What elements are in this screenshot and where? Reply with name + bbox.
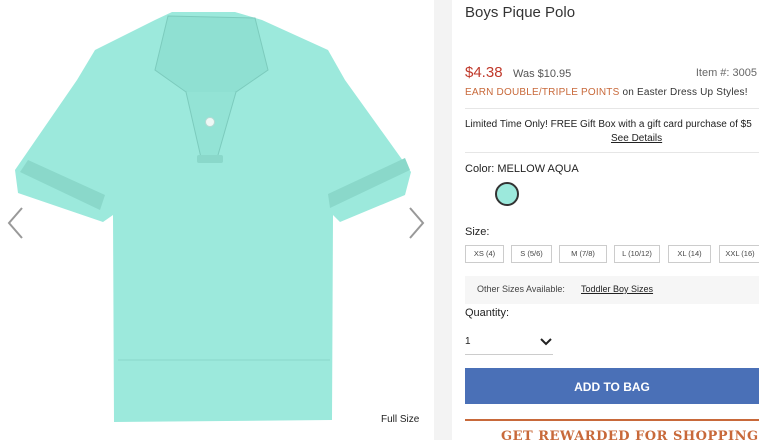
product-title: Boys Pique Polo [465, 4, 576, 21]
size-option[interactable]: L (10/12) [614, 245, 660, 263]
reward-banner-title: GET REWARDED FOR SHOPPING [501, 429, 759, 444]
chevron-down-icon [539, 335, 553, 349]
size-option[interactable]: S (5/6) [511, 245, 552, 263]
size-option[interactable]: XS (4) [465, 245, 504, 263]
divider [465, 108, 759, 109]
color-swatch-mellow-aqua[interactable] [495, 182, 519, 206]
product-image[interactable] [0, 0, 434, 440]
quantity-label: Quantity: [465, 307, 510, 319]
product-details-panel: Boys Pique Polo $4.38 Was $10.95 Item #:… [465, 0, 759, 444]
size-label: Size: [465, 226, 490, 238]
reward-banner-rule [465, 419, 759, 421]
product-image-gallery: Full Size [0, 0, 434, 440]
promo-highlight: EARN DOUBLE/TRIPLE POINTS [465, 87, 620, 98]
add-to-bag-button[interactable]: ADD TO BAG [465, 368, 759, 404]
gift-card-offer: Limited Time Only! FREE Gift Box with a … [465, 119, 752, 130]
quantity-select[interactable]: 1 [465, 332, 553, 355]
see-details-link[interactable]: See Details [611, 133, 662, 144]
toddler-boy-sizes-link[interactable]: Toddler Boy Sizes [581, 284, 653, 294]
chevron-right-icon[interactable] [406, 205, 426, 241]
item-number: Item #: 3005 [695, 67, 757, 79]
price-row: $4.38 Was $10.95 Item #: 3005 [465, 64, 759, 84]
was-price: Was $10.95 [513, 68, 572, 80]
full-size-link[interactable]: Full Size [381, 414, 419, 425]
other-sizes-label: Other Sizes Available: [477, 284, 565, 294]
size-option[interactable]: XXL (16) [719, 245, 759, 263]
panel-divider [434, 0, 452, 440]
promo-text: on Easter Dress Up Styles! [619, 87, 748, 98]
chevron-left-icon[interactable] [6, 205, 26, 241]
divider [465, 152, 759, 153]
sale-price: $4.38 [465, 64, 503, 81]
color-label: Color: MELLOW AQUA [465, 163, 579, 175]
quantity-value: 1 [465, 336, 471, 347]
points-promo[interactable]: EARN DOUBLE/TRIPLE POINTS on Easter Dres… [465, 87, 748, 98]
other-sizes-bar: Other Sizes Available: Toddler Boy Sizes [465, 276, 759, 304]
size-option[interactable]: XL (14) [668, 245, 711, 263]
size-option[interactable]: M (7/8) [559, 245, 607, 263]
